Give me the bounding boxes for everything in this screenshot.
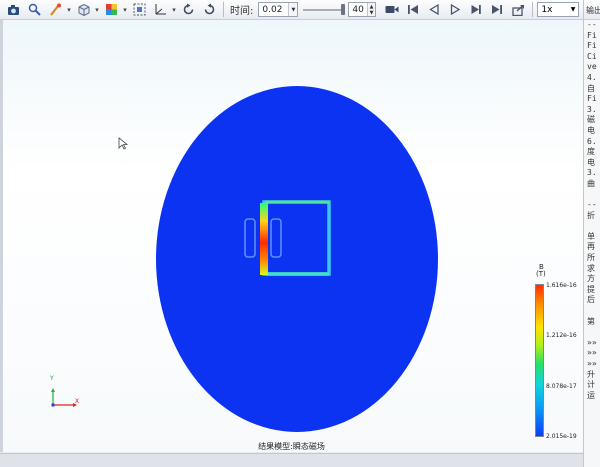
zoom-icon[interactable] — [24, 1, 44, 19]
frame-spinbox[interactable]: 40 ▲ ▼ — [348, 2, 377, 17]
output-line: 后 — [587, 295, 595, 305]
legend-tick-max: 1.616e-16 — [546, 282, 577, 289]
output-line: -- — [587, 20, 597, 29]
output-line: 方 — [587, 274, 595, 284]
output-line: 第 — [587, 316, 595, 326]
coil-frame — [262, 200, 331, 276]
output-line: 曲 — [587, 178, 595, 188]
color-legend-bar — [535, 284, 544, 437]
output-line: 4. — [587, 72, 597, 82]
output-line: 运 — [587, 390, 595, 400]
output-line: 3. — [587, 168, 597, 178]
output-line: 所 — [587, 253, 595, 263]
axes-icon[interactable] — [150, 1, 170, 19]
model-status-bar: 结果模型:瞬态磁场 — [0, 440, 583, 453]
output-line: Fi — [587, 30, 597, 40]
winding-right — [270, 218, 282, 258]
frame-stepper-icon[interactable]: ▲ ▼ — [366, 3, 376, 16]
output-line: 提 — [587, 284, 595, 294]
record-icon[interactable] — [382, 1, 402, 19]
output-line: 折 — [587, 210, 595, 220]
time-step-input[interactable]: 0.02 ▼ — [258, 2, 299, 17]
output-log: -- Fi Fi Ci ve 4. 自 Fi 3. 磁电 6. 度电 3. 曲 -- 折 单再所求方提后 第… — [584, 20, 600, 401]
output-line: -- — [587, 200, 597, 210]
legend-unit: (T) — [536, 270, 546, 278]
axis-y-label: Y — [50, 375, 54, 382]
output-line: Fi — [587, 94, 597, 104]
time-step-dropdown-icon[interactable]: ▼ — [288, 3, 298, 16]
playback-speed-select[interactable]: 1x ▼ — [537, 2, 580, 17]
speed-dropdown-icon[interactable]: ▼ — [571, 6, 576, 13]
output-line: 磁 — [587, 115, 595, 125]
output-line: »» — [587, 337, 597, 347]
cube-icon[interactable] — [73, 1, 93, 19]
output-line: 求 — [587, 263, 595, 273]
cube-dropdown-icon[interactable]: ▾ — [94, 1, 100, 19]
rotate-left-icon[interactable] — [178, 1, 198, 19]
output-line: 3. — [587, 104, 597, 114]
output-line: 6. — [587, 136, 597, 146]
toolbar-separator — [223, 2, 224, 17]
axis-triad — [51, 388, 77, 407]
step-back-icon[interactable] — [424, 1, 444, 19]
winding-left — [244, 218, 256, 258]
viewer-toolbar: ▾ ▾ ▾ ▾ 时间: 0.02 ▼ 40 ▲ ▼ 1x ▼ — [0, 0, 583, 20]
mouse-cursor-icon — [118, 137, 129, 150]
brush-dropdown-icon[interactable]: ▾ — [66, 1, 72, 19]
color-map-dropdown-icon[interactable]: ▾ — [122, 1, 128, 19]
output-panel-title[interactable]: 输出 — [584, 0, 600, 20]
export-icon[interactable] — [508, 1, 528, 19]
coil-field-plot — [51, 137, 331, 407]
toolbar-separator — [532, 2, 534, 17]
output-line: Ci — [587, 51, 597, 61]
output-line: Fi — [587, 41, 597, 51]
legend-tick-2: 1.212e-16 — [546, 332, 577, 339]
frame-slider-track — [303, 9, 346, 11]
axes-dropdown-icon[interactable]: ▾ — [171, 1, 177, 19]
result-viewport[interactable]: X Y B (T) 1.616e-16 1.212e-16 8.078e-17 … — [0, 20, 583, 452]
output-line: 电 — [587, 157, 595, 167]
output-line: ve — [587, 62, 597, 72]
output-line: 升 — [587, 369, 595, 379]
output-line: »» — [587, 348, 597, 358]
frame-slider[interactable] — [303, 2, 346, 17]
bottom-panel-strip — [0, 453, 600, 467]
time-step-value[interactable]: 0.02 — [259, 3, 288, 16]
color-map-icon[interactable] — [101, 1, 121, 19]
frame-value[interactable]: 40 — [349, 3, 366, 16]
first-frame-icon[interactable] — [403, 1, 423, 19]
result-model-caption: 结果模型:瞬态磁场 — [258, 442, 325, 451]
output-line: 单 — [587, 231, 595, 241]
legend-tick-3: 8.078e-17 — [546, 383, 577, 390]
playback-speed-value: 1x — [541, 4, 553, 15]
output-panel[interactable]: 输出 --FiFiCive4.自Fi3.磁电6.度电3.曲 --折 单再所求方提… — [583, 0, 600, 467]
rotate-right-icon[interactable] — [199, 1, 219, 19]
output-line: »» — [587, 359, 597, 368]
camera-icon[interactable] — [3, 1, 23, 19]
play-icon[interactable] — [445, 1, 465, 19]
last-frame-icon[interactable] — [487, 1, 507, 19]
brush-icon[interactable] — [45, 1, 65, 19]
output-line: 再 — [587, 242, 595, 252]
output-line: 自 — [587, 83, 595, 93]
output-line: 度 — [587, 147, 595, 157]
frame-slider-thumb[interactable] — [341, 4, 346, 15]
axis-x-label: X — [75, 398, 80, 405]
output-line: 计 — [587, 380, 595, 390]
coil-hot-leg — [260, 203, 268, 275]
step-forward-icon[interactable] — [466, 1, 486, 19]
time-label: 时间: — [230, 6, 254, 17]
output-line: 电 — [587, 125, 595, 135]
legend-tick-min: 2.015e-19 — [546, 433, 577, 440]
fit-view-icon[interactable] — [129, 1, 149, 19]
